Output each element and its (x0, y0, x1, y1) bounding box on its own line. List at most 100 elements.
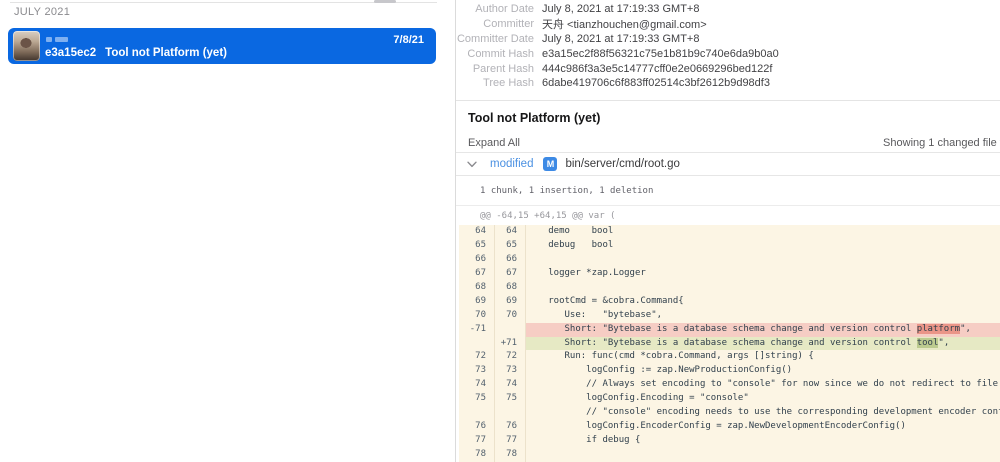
meta-value: 天舟 <tianzhouchen@gmail.com> (542, 16, 707, 32)
meta-value: 444c986f3a3e5c14777cff0e2e0669296bed122f (542, 63, 772, 75)
diff-line-code: logConfig.Encoding = "console" (526, 392, 1000, 406)
diff-line: 68 68 (459, 281, 1000, 295)
hunk-header: @@ -64,15 +64,15 @@ var ( (456, 206, 1000, 225)
file-path: bin/server/cmd/root.go (565, 158, 679, 170)
commit-list-item-selected[interactable]: e3a15ec2 Tool not Platform (yet) 7/8/21 (8, 28, 436, 64)
old-line-number: 75 (459, 392, 495, 406)
diff-line-code: debug bool (526, 239, 1000, 253)
new-line-number: 66 (495, 253, 526, 267)
diff-line: 78 78 (459, 448, 1000, 462)
meta-label: Parent Hash (456, 63, 534, 75)
diff-line-code: Run: func(cmd *cobra.Command, args []str… (526, 350, 1000, 364)
meta-value: e3a15ec2f88f56321c75e1b81b9c740e6da9b0a0 (542, 48, 779, 60)
file-diff-header[interactable]: modified M bin/server/cmd/root.go (456, 153, 1000, 175)
new-line-number: 68 (495, 281, 526, 295)
commit-list-panel: JULY 2021 e3a15ec2 Tool not Platform (ye… (0, 0, 455, 462)
old-line-number (459, 406, 495, 420)
new-line-number: 67 (495, 267, 526, 281)
redacted-author-name (46, 37, 52, 42)
diff-line: 76 76 logConfig.EncoderConfig = zap.NewD… (459, 420, 1000, 434)
diff-line: 70 70 Use: "bytebase", (459, 309, 1000, 323)
chevron-down-icon[interactable] (467, 161, 477, 168)
diff-line-code: demo bool (526, 225, 1000, 239)
diff-line: 74 74 // Always set encoding to "console… (459, 378, 1000, 392)
diff-line-code: logConfig := zap.NewProductionConfig() (526, 364, 1000, 378)
diff-line: 75 75 logConfig.Encoding = "console" (459, 392, 1000, 406)
commit-message: Tool not Platform (yet) (105, 47, 227, 59)
modified-badge: M (543, 157, 557, 171)
meta-label: Committer Date (456, 33, 534, 45)
old-line-number: 78 (459, 448, 495, 462)
diff-line-code: // Always set encoding to "console" for … (526, 378, 1000, 392)
diff-toolbar: Expand All Showing 1 changed file with 1… (456, 133, 1000, 152)
old-line-number: 66 (459, 253, 495, 267)
diff-line: 65 65 debug bool (459, 239, 1000, 253)
new-line-number: 69 (495, 295, 526, 309)
diff-line-code (526, 448, 1000, 462)
file-status-label: modified (490, 158, 533, 170)
diff-line-code: Use: "bytebase", (526, 309, 1000, 323)
meta-row: Author Date July 8, 2021 at 17:19:33 GMT… (456, 2, 1000, 17)
diff-body: 64 64 demo bool 65 65 debug bool 66 66 6… (459, 225, 1000, 462)
meta-row: Committer Date July 8, 2021 at 17:19:33 … (456, 32, 1000, 47)
new-line-number: 64 (495, 225, 526, 239)
new-line-number: 72 (495, 350, 526, 364)
diff-line: +71 Short: "Bytebase is a database schem… (459, 337, 1000, 351)
commit-date: 7/8/21 (393, 34, 424, 46)
diff-line-code: logConfig.EncoderConfig = zap.NewDevelop… (526, 420, 1000, 434)
old-line-number: 69 (459, 295, 495, 309)
divider (10, 2, 437, 3)
changed-files-summary: Showing 1 changed file with 1 add (883, 137, 1000, 149)
new-line-number: +71 (495, 337, 526, 351)
new-line-number: 76 (495, 420, 526, 434)
new-line-number (495, 406, 526, 420)
diff-line-code (526, 253, 1000, 267)
commit-summary-line: e3a15ec2 Tool not Platform (yet) (45, 47, 227, 59)
chunk-stats: 1 chunk, 1 insertion, 1 deletion (456, 176, 1000, 205)
diff-line-code: if debug { (526, 434, 1000, 448)
diff-line-code: // "console" encoding needs to use the c… (526, 406, 1000, 420)
diff-line: 69 69 rootCmd = &cobra.Command{ (459, 295, 1000, 309)
diff-line: 66 66 (459, 253, 1000, 267)
scroll-indicator (374, 0, 396, 3)
meta-label: Commit Hash (456, 48, 534, 60)
diff-line-code: Short: "Bytebase is a database schema ch… (526, 323, 1000, 337)
expand-all-button[interactable]: Expand All (468, 137, 520, 149)
meta-row: Parent Hash 444c986f3a3e5c14777cff0e2e06… (456, 61, 1000, 76)
meta-value: July 8, 2021 at 17:19:33 GMT+8 (542, 33, 699, 45)
new-line-number: 78 (495, 448, 526, 462)
old-line-number: 67 (459, 267, 495, 281)
diff-line: -71 Short: "Bytebase is a database schem… (459, 323, 1000, 337)
commit-list-section-header: JULY 2021 (14, 6, 70, 18)
commit-short-hash: e3a15ec2 (45, 47, 96, 59)
old-line-number: 72 (459, 350, 495, 364)
old-line-number: 68 (459, 281, 495, 295)
new-line-number: 65 (495, 239, 526, 253)
diff-line: 67 67 logger *zap.Logger (459, 267, 1000, 281)
old-line-number: -71 (459, 323, 495, 337)
old-line-number: 76 (459, 420, 495, 434)
commit-meta: Author Date July 8, 2021 at 17:19:33 GMT… (456, 0, 1000, 101)
old-line-number (459, 337, 495, 351)
meta-value: July 8, 2021 at 17:19:33 GMT+8 (542, 3, 699, 15)
author-avatar (13, 31, 40, 61)
old-line-number: 65 (459, 239, 495, 253)
meta-value: 6dabe419706c6f883ff02514c3bf2612b9d98df3 (542, 77, 770, 89)
new-line-number: 77 (495, 434, 526, 448)
new-line-number: 75 (495, 392, 526, 406)
meta-row: Commit Hash e3a15ec2f88f56321c75e1b81b9c… (456, 46, 1000, 61)
meta-label: Author Date (456, 3, 534, 15)
old-line-number: 74 (459, 378, 495, 392)
diff-line-code: Short: "Bytebase is a database schema ch… (526, 337, 1000, 351)
diff-line: 73 73 logConfig := zap.NewProductionConf… (459, 364, 1000, 378)
new-line-number: 70 (495, 309, 526, 323)
commit-detail-panel: Author Date July 8, 2021 at 17:19:33 GMT… (456, 0, 1000, 462)
old-line-number: 73 (459, 364, 495, 378)
old-line-number: 70 (459, 309, 495, 323)
diff-line: 64 64 demo bool (459, 225, 1000, 239)
diff-line-code: rootCmd = &cobra.Command{ (526, 295, 1000, 309)
old-line-number: 77 (459, 434, 495, 448)
new-line-number (495, 323, 526, 337)
meta-row: Tree Hash 6dabe419706c6f883ff02514c3bf26… (456, 76, 1000, 91)
commit-message-title: Tool not Platform (yet) (456, 102, 1000, 133)
